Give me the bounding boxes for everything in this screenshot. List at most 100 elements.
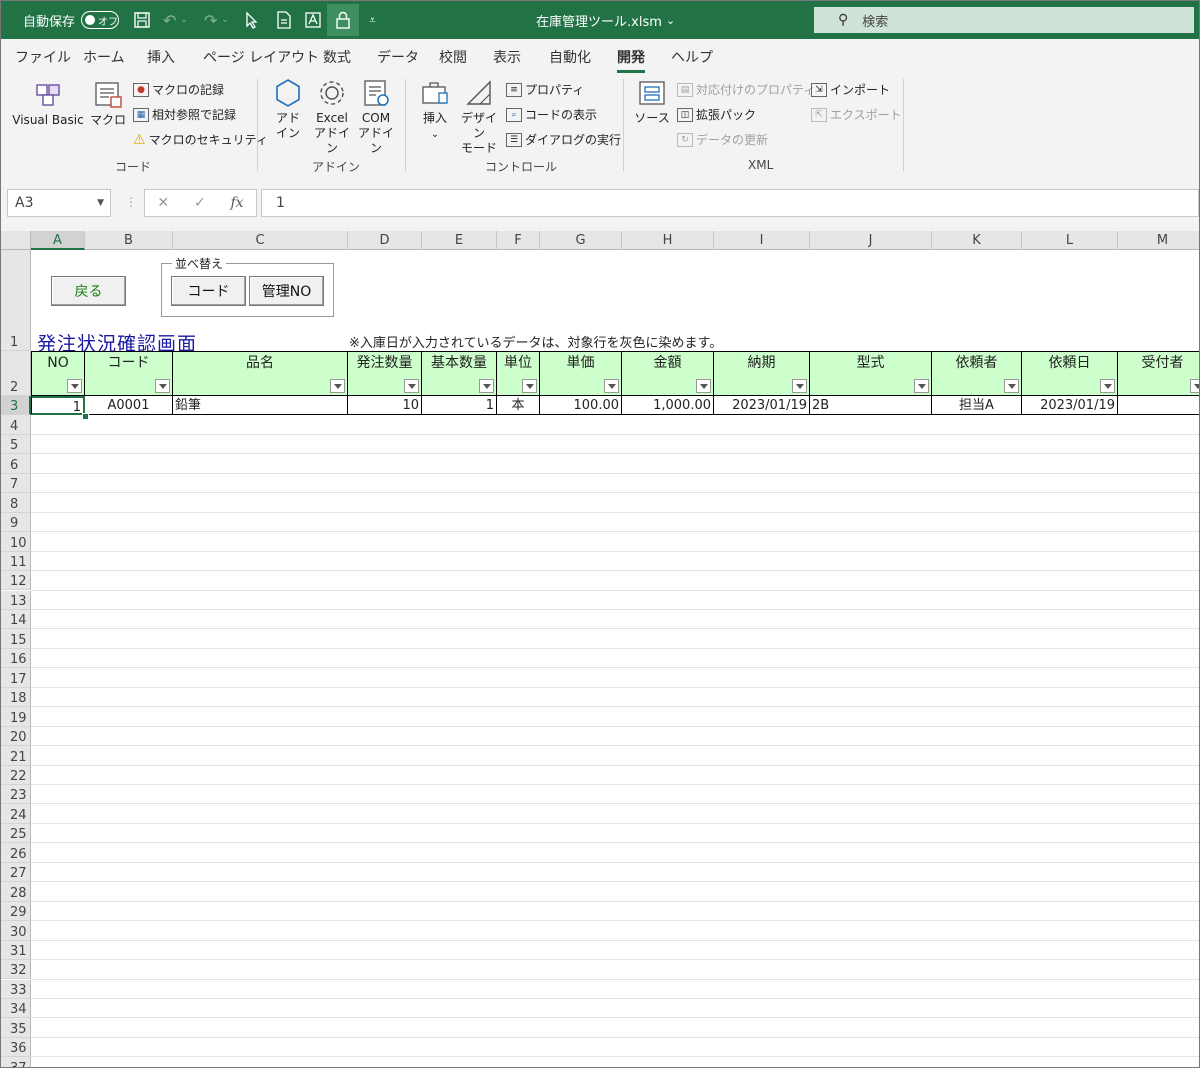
- table-cell[interactable]: 1,000.00: [622, 396, 714, 415]
- macro-security-button[interactable]: ⚠ マクロのセキュリティ: [133, 131, 268, 148]
- refresh-data-button[interactable]: ↻ データの更新: [677, 131, 768, 148]
- tab-review[interactable]: 校閲: [439, 47, 467, 67]
- sort-by-mgmt-no-button[interactable]: 管理NO: [249, 276, 324, 306]
- table-cell[interactable]: 本: [497, 396, 540, 415]
- row-header[interactable]: 35: [1, 1018, 31, 1038]
- row-header[interactable]: 32: [1, 960, 31, 980]
- text-box-icon[interactable]: [304, 1, 322, 39]
- select-objects-icon[interactable]: [244, 1, 260, 39]
- table-cell[interactable]: 1: [31, 396, 85, 415]
- filter-dropdown-icon[interactable]: [914, 379, 929, 393]
- table-cell[interactable]: 鉛筆: [173, 396, 348, 415]
- row-header[interactable]: 34: [1, 998, 31, 1019]
- addins-button[interactable]: アド イン: [267, 77, 309, 141]
- tab-insert[interactable]: 挿入: [147, 47, 175, 67]
- column-header[interactable]: F: [497, 231, 540, 250]
- table-cell[interactable]: 2B: [810, 396, 932, 415]
- design-mode-button[interactable]: デザイン モード: [457, 77, 501, 156]
- row-header[interactable]: 6: [1, 454, 31, 474]
- row-header[interactable]: 1: [1, 250, 31, 351]
- map-properties-button[interactable]: ▤ 対応付けのプロパティ: [677, 81, 815, 98]
- column-header[interactable]: L: [1022, 231, 1118, 250]
- row-header[interactable]: 21: [1, 746, 31, 766]
- table-cell[interactable]: 担当A: [932, 396, 1022, 415]
- com-addins-button[interactable]: COM アドイン: [355, 77, 397, 156]
- tab-data[interactable]: データ: [377, 47, 419, 67]
- redo-icon[interactable]: ↷ ⌄: [204, 1, 229, 39]
- row-header[interactable]: 12: [1, 571, 31, 591]
- filter-dropdown-icon[interactable]: [404, 379, 419, 393]
- formula-input[interactable]: 1: [261, 189, 1199, 217]
- tab-page-layout[interactable]: ページ レイアウト: [203, 47, 319, 67]
- table-cell[interactable]: 10: [348, 396, 422, 415]
- search-box[interactable]: ⚲ 検索: [814, 7, 1194, 33]
- file-title[interactable]: 在庫管理ツール.xlsm ⌄: [536, 1, 675, 39]
- tab-file[interactable]: ファイル: [15, 47, 71, 67]
- enter-icon[interactable]: ✓: [194, 195, 206, 211]
- export-button[interactable]: ⇱ エクスポート: [811, 106, 902, 123]
- import-button[interactable]: ⇲ インポート: [811, 81, 890, 98]
- row-header[interactable]: 22: [1, 765, 31, 785]
- row-header[interactable]: 28: [1, 882, 31, 902]
- row-header[interactable]: 19: [1, 707, 31, 727]
- filter-dropdown-icon[interactable]: [155, 379, 170, 393]
- column-header[interactable]: A: [31, 231, 85, 250]
- row-header[interactable]: 4: [1, 415, 31, 435]
- row-header[interactable]: 33: [1, 979, 31, 999]
- column-header[interactable]: J: [810, 231, 932, 250]
- row-header[interactable]: 16: [1, 648, 31, 669]
- select-all-corner[interactable]: [1, 231, 31, 250]
- column-header[interactable]: B: [85, 231, 173, 250]
- name-box[interactable]: A3 ▼: [7, 189, 111, 217]
- filter-dropdown-icon[interactable]: [604, 379, 619, 393]
- sort-by-code-button[interactable]: コード: [171, 276, 246, 306]
- run-dialog-button[interactable]: ☰ ダイアログの実行: [506, 131, 621, 148]
- column-header[interactable]: C: [173, 231, 348, 250]
- table-cell[interactable]: 2023/01/19: [1022, 396, 1118, 415]
- row-header[interactable]: 7: [1, 473, 31, 494]
- back-button[interactable]: 戻る: [51, 276, 126, 306]
- row-header[interactable]: 3: [1, 396, 31, 416]
- table-cell[interactable]: A0001: [85, 396, 173, 415]
- row-header[interactable]: 36: [1, 1037, 31, 1058]
- filter-dropdown-icon[interactable]: [696, 379, 711, 393]
- row-header[interactable]: 30: [1, 921, 31, 941]
- autosave-control[interactable]: 自動保存 オフ: [23, 1, 120, 39]
- row-header[interactable]: 27: [1, 862, 31, 883]
- row-header[interactable]: 37: [1, 1057, 31, 1067]
- filter-dropdown-icon[interactable]: [792, 379, 807, 393]
- row-header[interactable]: 25: [1, 823, 31, 844]
- excel-addins-button[interactable]: Excel アドイン: [311, 77, 353, 156]
- filter-dropdown-icon[interactable]: [1190, 379, 1199, 393]
- row-header[interactable]: 5: [1, 434, 31, 455]
- filter-dropdown-icon[interactable]: [1100, 379, 1115, 393]
- filter-dropdown-icon[interactable]: [330, 379, 345, 393]
- column-header[interactable]: I: [714, 231, 810, 250]
- autosave-toggle[interactable]: オフ: [81, 11, 120, 29]
- table-cell[interactable]: 2023/01/19: [714, 396, 810, 415]
- tab-help[interactable]: ヘルプ: [671, 47, 713, 67]
- filter-dropdown-icon[interactable]: [1004, 379, 1019, 393]
- column-header[interactable]: E: [422, 231, 497, 250]
- row-header[interactable]: 24: [1, 804, 31, 824]
- column-header[interactable]: M: [1118, 231, 1199, 250]
- row-header[interactable]: 10: [1, 532, 31, 552]
- row-header[interactable]: 11: [1, 551, 31, 572]
- column-header[interactable]: H: [622, 231, 714, 250]
- row-header[interactable]: 23: [1, 785, 31, 805]
- row-header[interactable]: 8: [1, 493, 31, 513]
- customize-qat-icon[interactable]: ⩡: [369, 1, 376, 39]
- table-cell[interactable]: 100.00: [540, 396, 622, 415]
- column-header[interactable]: K: [932, 231, 1022, 250]
- expansion-packs-button[interactable]: ◫ 拡張パック: [677, 106, 756, 123]
- splitter-icon[interactable]: ⋮: [125, 195, 137, 209]
- row-header[interactable]: 31: [1, 940, 31, 961]
- filter-dropdown-icon[interactable]: [522, 379, 537, 393]
- lock-icon[interactable]: [327, 4, 359, 36]
- row-header[interactable]: 13: [1, 590, 31, 610]
- insert-control-button[interactable]: 挿入 ⌄: [415, 77, 455, 142]
- column-header[interactable]: D: [348, 231, 422, 250]
- row-header[interactable]: 26: [1, 843, 31, 863]
- table-cell[interactable]: 1: [422, 396, 497, 415]
- undo-icon[interactable]: ↶ ⌄: [163, 1, 188, 39]
